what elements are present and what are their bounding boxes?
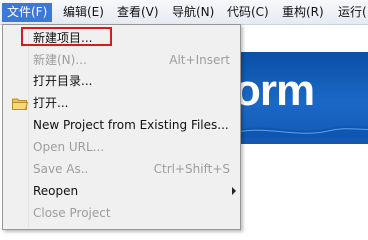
menu-item-open-url[interactable]: Open URL... [3, 136, 240, 158]
menu-item-label: Save As.. [33, 162, 89, 176]
menu-view[interactable]: 查看(V) [112, 3, 164, 22]
menu-item-label: Open URL... [33, 140, 105, 154]
submenu-arrow-icon [232, 187, 236, 195]
menu-run[interactable]: 运行( [333, 3, 368, 22]
folder-icon [12, 98, 28, 110]
file-menu-dropdown: 新建项目... 新建(N)... Alt+Insert 打开目录... 打开..… [2, 24, 241, 230]
menu-item-close-project[interactable]: Close Project [3, 202, 240, 224]
menu-file[interactable]: 文件(F) [2, 3, 53, 22]
menu-code[interactable]: 代码(C) [222, 3, 274, 22]
menu-item-save-as[interactable]: Save As.. Ctrl+Shift+S [3, 158, 240, 180]
menu-item-label: New Project from Existing Files... [33, 118, 229, 132]
menu-navigate[interactable]: 导航(N) [167, 3, 219, 22]
menu-edit[interactable]: 编辑(E) [58, 3, 109, 22]
menu-item-open[interactable]: 打开... [3, 92, 240, 114]
menu-item-label: Close Project [33, 206, 111, 220]
menu-bar: 文件(F) 编辑(E) 查看(V) 导航(N) 代码(C) 重构(R) 运行( [0, 0, 368, 25]
menu-item-label: 打开目录... [33, 74, 93, 88]
product-logo-text: orm [238, 66, 315, 115]
banner-wave-decoration [238, 125, 368, 138]
menu-item-label: 新建(N)... [33, 53, 87, 67]
menu-item-shortcut: Alt+Insert [169, 53, 230, 67]
welcome-banner: orm [238, 52, 368, 144]
annotation-highlight-box [21, 27, 112, 46]
menu-item-new[interactable]: 新建(N)... Alt+Insert [3, 49, 240, 71]
menu-item-new-project-from-existing-files[interactable]: New Project from Existing Files... [3, 114, 240, 136]
menu-item-open-directory[interactable]: 打开目录... [3, 70, 240, 92]
menu-item-label: 打开... [33, 96, 69, 110]
menu-item-shortcut: Ctrl+Shift+S [153, 162, 230, 176]
menu-item-reopen[interactable]: Reopen [3, 180, 240, 202]
menu-item-label: Reopen [33, 184, 79, 198]
menu-refactor[interactable]: 重构(R) [277, 3, 329, 22]
